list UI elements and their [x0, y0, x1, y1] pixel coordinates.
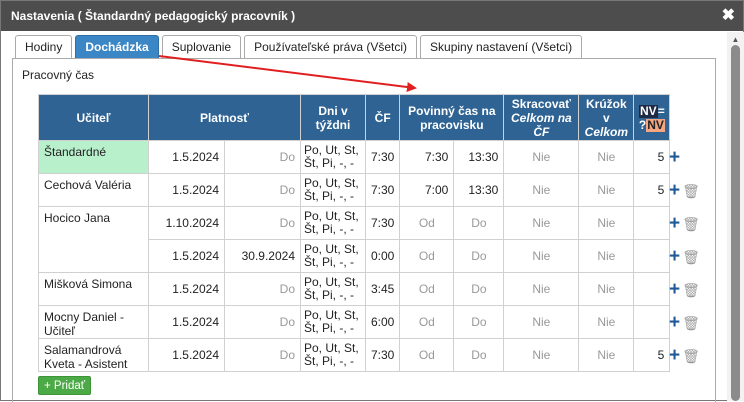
annotation-arrow [158, 55, 417, 92]
settings-dialog: Nastavenia ( Štandardný pedagogický prac… [0, 0, 744, 402]
arrow-line [158, 55, 417, 92]
